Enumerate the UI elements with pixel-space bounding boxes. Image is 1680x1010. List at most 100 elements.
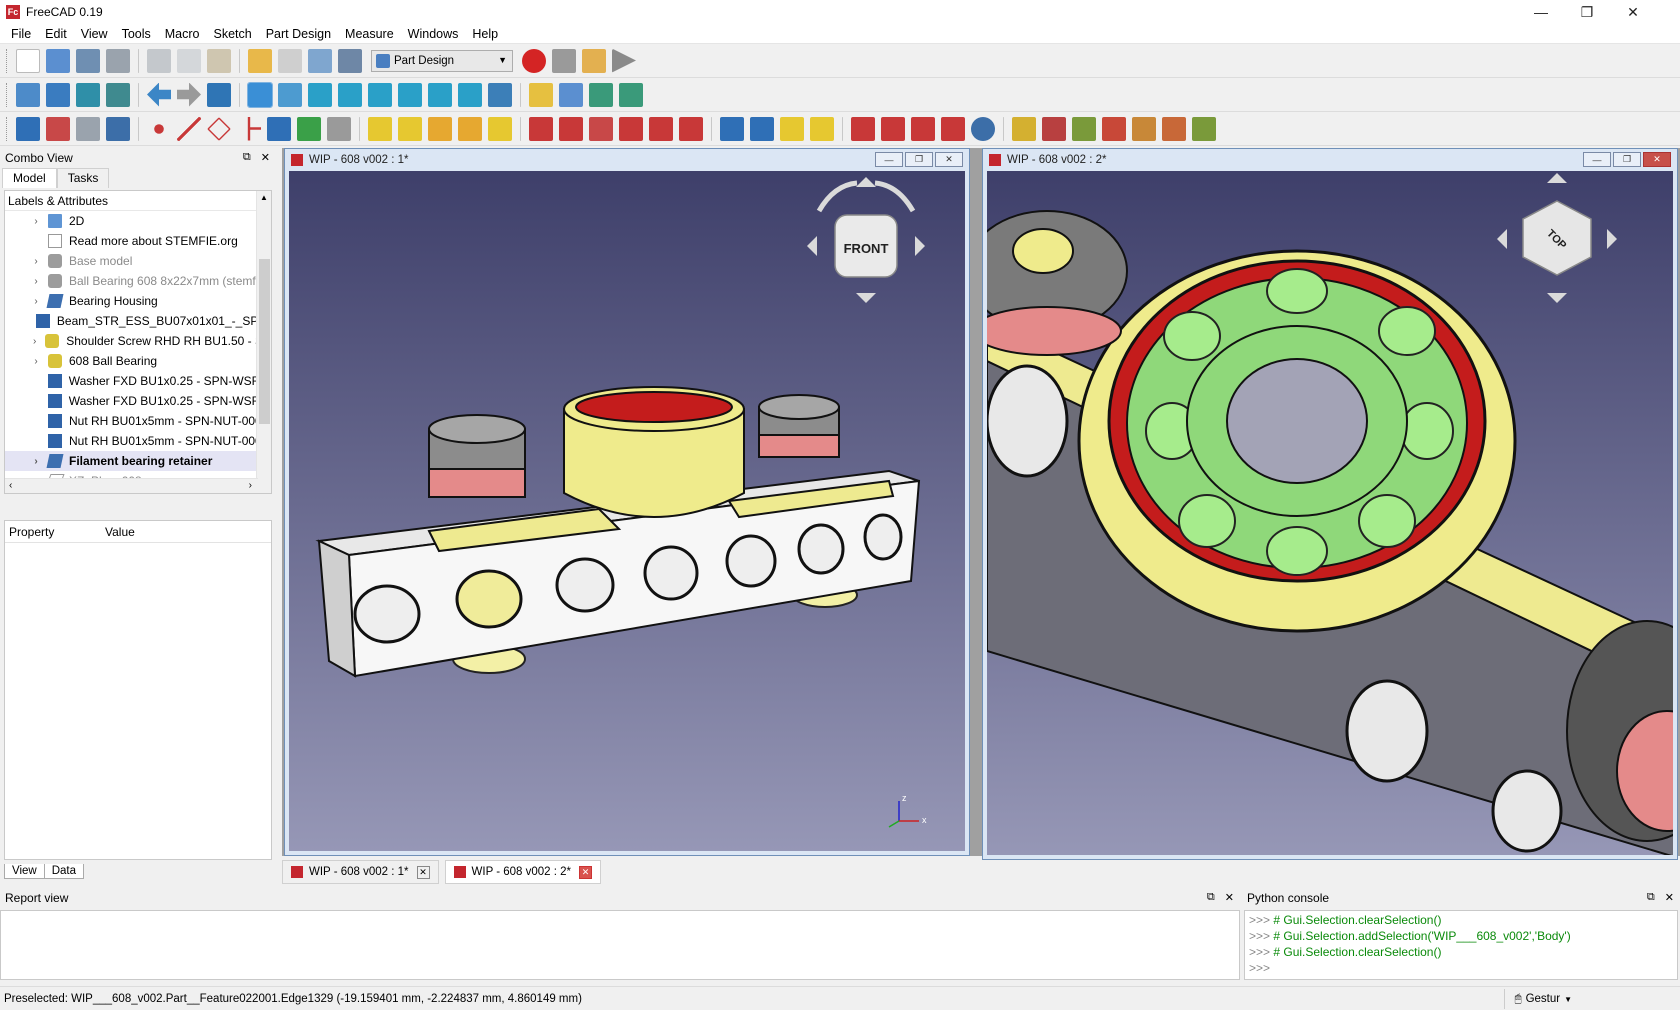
menu-file[interactable]: File [4, 27, 38, 41]
3d-view-1[interactable]: WIP - 608 v002 : 1* — ❐ ✕ FRONT z x [284, 148, 970, 856]
thickness-icon[interactable] [941, 116, 965, 141]
close-window-button[interactable]: ✕ [1610, 0, 1656, 24]
navigation-cube[interactable]: TOP [1497, 173, 1617, 303]
float-icon[interactable]: ⧉ [243, 151, 251, 164]
refresh-icon[interactable] [308, 48, 332, 73]
hole-icon[interactable] [559, 116, 583, 141]
doc-tab-1[interactable]: WIP - 608 v002 : 1* ✕ [282, 860, 439, 884]
clone-body-icon[interactable] [327, 116, 351, 141]
view-bottom-icon[interactable] [428, 82, 452, 107]
view-front-icon[interactable] [308, 82, 332, 107]
nav-arrow-down-icon[interactable] [856, 293, 876, 303]
close-icon[interactable]: ✕ [1665, 891, 1674, 904]
subtractive-pipe-icon[interactable] [649, 116, 673, 141]
datum-point-icon[interactable] [154, 123, 164, 134]
tab-model[interactable]: Model [2, 168, 57, 188]
link-actions-icon[interactable] [619, 82, 643, 107]
assembly-constraint-icon[interactable] [1012, 116, 1036, 141]
chevron-right-icon[interactable]: › [29, 276, 43, 287]
3d-view-2[interactable]: WIP - 608 v002 : 2* — ❐ ✕ TOP [982, 148, 1678, 860]
boolean-icon[interactable] [971, 116, 995, 141]
viewport-1[interactable]: FRONT z x [289, 171, 965, 851]
workbench-selector[interactable]: Part Design ▼ [371, 49, 513, 72]
datum-plane-icon[interactable] [207, 116, 231, 141]
tree-item[interactable]: Washer FXD BU1x0.25 - SPN-WSR-0 [5, 391, 271, 411]
menu-measure[interactable]: Measure [338, 27, 401, 41]
create-link-icon[interactable] [589, 82, 613, 107]
cut-icon[interactable] [147, 48, 171, 73]
clone-icon[interactable] [267, 116, 291, 141]
chevron-right-icon[interactable]: › [249, 480, 252, 491]
tab-tasks[interactable]: Tasks [56, 168, 110, 188]
chevron-right-icon[interactable]: › [29, 356, 43, 367]
mirrored-icon[interactable] [720, 116, 744, 141]
macro-run-icon[interactable] [612, 48, 636, 73]
save-icon[interactable] [76, 48, 100, 73]
menu-part-design[interactable]: Part Design [259, 27, 338, 41]
subtractive-loft-icon[interactable] [619, 116, 643, 141]
open-icon[interactable] [46, 48, 70, 73]
tree-item[interactable]: Nut RH BU01x5mm - SPN-NUT-000 [5, 431, 271, 451]
paste-icon[interactable] [207, 48, 231, 73]
tree-vertical-scrollbar[interactable]: ▲ [256, 191, 271, 493]
copy-icon[interactable] [177, 48, 201, 73]
menu-help[interactable]: Help [465, 27, 505, 41]
nav-cube-face-label[interactable]: FRONT [844, 241, 889, 256]
view-left-icon[interactable] [458, 82, 482, 107]
toolbar-grip[interactable] [6, 48, 9, 73]
tree-item[interactable]: Washer FXD BU1x0.25 - SPN-WSR-0 [5, 371, 271, 391]
close-icon[interactable]: ✕ [579, 865, 593, 879]
view-right-icon[interactable] [368, 82, 392, 107]
navigation-style-button[interactable]: 🖱 Gestur ▼ [1503, 989, 1572, 1009]
draft-icon[interactable] [911, 116, 935, 141]
view-rear-icon[interactable] [398, 82, 422, 107]
loft-icon[interactable] [428, 116, 452, 141]
print-icon[interactable] [106, 48, 130, 73]
view-restore-button[interactable]: ❐ [1613, 152, 1641, 167]
tree-item[interactable]: Read more about STEMFIE.org [5, 231, 271, 251]
view-close-button[interactable]: ✕ [1643, 152, 1671, 167]
new-document-icon[interactable] [16, 48, 40, 73]
tree-item[interactable]: › Ball Bearing 608 8x22x7mm (stemfie [5, 271, 271, 291]
whats-this-icon[interactable] [338, 48, 362, 73]
nav-rotate-left-icon[interactable] [816, 180, 858, 213]
menu-macro[interactable]: Macro [158, 27, 207, 41]
sync-view-icon[interactable] [207, 82, 231, 107]
toolbar-grip[interactable] [6, 116, 9, 141]
tree-item[interactable]: › Base model [5, 251, 271, 271]
multi-transform-icon[interactable] [810, 116, 834, 141]
chevron-up-icon[interactable]: ▲ [260, 193, 268, 202]
nav-arrow-left-icon[interactable] [1497, 229, 1507, 249]
navigation-cube[interactable]: FRONT [807, 177, 925, 303]
create-part-icon[interactable] [529, 82, 553, 107]
macro-stop-icon[interactable] [552, 48, 576, 73]
tree-item[interactable]: › 608 Ball Bearing [5, 351, 271, 371]
forward-icon[interactable] [177, 82, 201, 107]
create-sketch-icon[interactable] [46, 116, 70, 141]
doc-tab-2[interactable]: WIP - 608 v002 : 2* ✕ [444, 860, 602, 884]
pocket-icon[interactable] [529, 116, 553, 141]
nav-arrow-right-icon[interactable] [1607, 229, 1617, 249]
view-minimize-button[interactable]: — [875, 152, 903, 167]
tab-data[interactable]: Data [43, 864, 85, 879]
view-close-button[interactable]: ✕ [935, 152, 963, 167]
float-icon[interactable]: ⧉ [1207, 891, 1215, 904]
undo-icon[interactable] [248, 48, 272, 73]
pipe-icon[interactable] [458, 116, 482, 141]
datum-line-icon[interactable] [177, 116, 201, 141]
toolbar-grip[interactable] [6, 82, 9, 107]
assembly-export-icon[interactable] [1192, 116, 1216, 141]
tree-item[interactable]: Nut RH BU01x5mm - SPN-NUT-000 [5, 411, 271, 431]
nav-rotate-right-icon[interactable] [874, 180, 916, 213]
shape-binder-icon[interactable] [106, 116, 130, 141]
tab-view[interactable]: View [4, 864, 45, 879]
console-input-line[interactable]: >>> [1249, 961, 1673, 977]
groove-icon[interactable] [589, 116, 613, 141]
chevron-right-icon[interactable]: › [29, 256, 43, 267]
report-output[interactable] [0, 910, 1240, 980]
fillet-icon[interactable] [851, 116, 875, 141]
back-icon[interactable] [147, 82, 171, 107]
linear-pattern-icon[interactable] [750, 116, 774, 141]
menu-edit[interactable]: Edit [38, 27, 74, 41]
fit-all-icon[interactable] [16, 82, 40, 107]
